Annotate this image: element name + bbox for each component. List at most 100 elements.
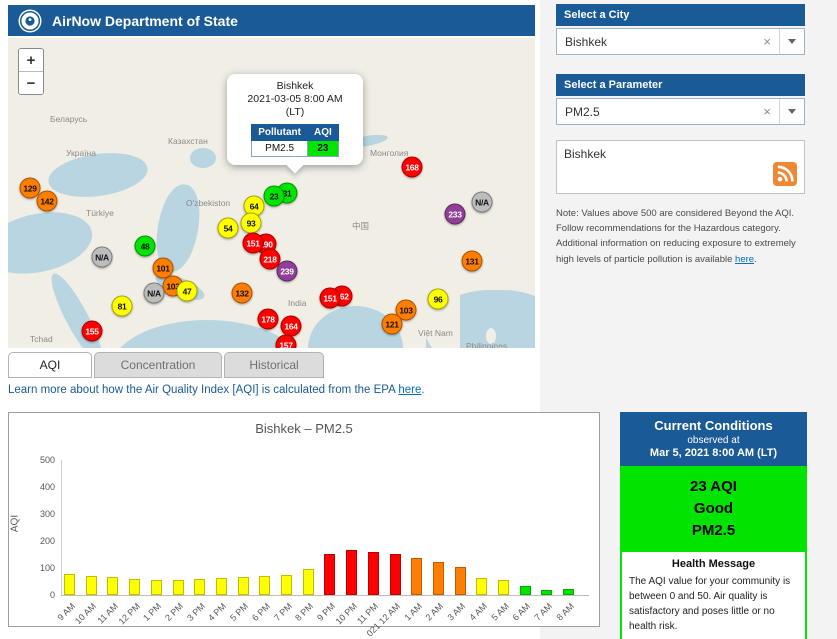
app-header: AirNow Department of State — [8, 5, 535, 36]
aqi-marker[interactable]: 47 — [177, 281, 198, 302]
zoom-out-button[interactable]: − — [19, 72, 43, 94]
aqi-marker[interactable]: 48 — [135, 236, 156, 257]
aqi-value-line: 23 AQI — [624, 476, 803, 498]
parameter-select[interactable]: PM2.5 × — [556, 98, 805, 125]
chart-bar[interactable] — [476, 578, 487, 595]
chart-bar[interactable] — [86, 576, 97, 595]
select-parameter-header: Select a Parameter — [556, 74, 805, 96]
aqi-marker[interactable]: N/A — [144, 283, 165, 304]
aqi-marker[interactable]: 23 — [264, 186, 285, 207]
city-chevron-down-icon[interactable] — [779, 29, 804, 54]
parameter-select-value: PM2.5 — [557, 105, 755, 119]
learn-more-text: Learn more about how the Air Quality Ind… — [8, 384, 425, 396]
aqi-marker[interactable]: 81 — [112, 296, 133, 317]
aqi-marker[interactable]: 151 — [320, 288, 341, 309]
chart-y-tick: 200 — [19, 536, 55, 546]
chart-y-tick: 500 — [19, 455, 55, 465]
chart-bar[interactable] — [390, 554, 401, 595]
black-sea — [46, 147, 151, 203]
aqi-marker[interactable]: 178 — [258, 309, 279, 330]
aqi-marker[interactable]: N/A — [92, 247, 113, 268]
map-zoom-control: + − — [18, 48, 44, 95]
aqi-marker[interactable]: 168 — [402, 157, 423, 178]
popup-timezone: (LT) — [231, 106, 359, 119]
chart-bar[interactable] — [520, 586, 531, 595]
observed-datetime: Mar 5, 2021 8:00 AM (LT) — [624, 447, 803, 459]
chart-bar[interactable] — [281, 575, 292, 595]
popup-aqi-value: 23 — [308, 141, 339, 157]
aqi-marker[interactable]: N/A — [472, 192, 493, 213]
popup-table: Pollutant AQI PM2.5 23 — [251, 124, 339, 157]
note-suffix: . — [754, 254, 757, 265]
chart-bar[interactable] — [498, 580, 509, 595]
beyond-aqi-note: Note: Values above 500 are considered Be… — [556, 206, 804, 267]
chart-y-tick: 400 — [19, 482, 55, 492]
chart-bar[interactable] — [303, 569, 314, 595]
chart-bar[interactable] — [216, 578, 227, 595]
map-popup: Bishkek 2021-03-05 8:00 AM (LT) Pollutan… — [227, 74, 363, 165]
tab-historical[interactable]: Historical — [224, 352, 324, 378]
health-message-text: The AQI value for your community is betw… — [629, 574, 798, 634]
aqi-marker[interactable]: 93 — [241, 213, 262, 234]
chart-bar[interactable] — [368, 552, 379, 595]
aqi-marker[interactable]: 155 — [82, 321, 103, 342]
popup-datetime: 2021-03-05 8:00 AM — [231, 93, 359, 106]
rss-feed-box: Bishkek — [556, 140, 805, 194]
tab-concentration[interactable]: Concentration — [94, 352, 222, 378]
map-country-label: Монголия — [370, 148, 408, 158]
chart-bar[interactable] — [541, 590, 552, 595]
popup-city: Bishkek — [231, 80, 359, 93]
aqi-marker[interactable]: 157 — [276, 335, 297, 349]
health-message-title: Health Message — [629, 558, 798, 570]
chart-bar[interactable] — [346, 550, 357, 595]
tab-aqi[interactable]: AQI — [8, 352, 92, 378]
chart-bar[interactable] — [238, 577, 249, 595]
aqi-map[interactable]: БеларусьУкраїнаTürkiyeКазахстанO'zbekist… — [8, 38, 535, 348]
aqi-marker[interactable]: 233 — [445, 204, 466, 225]
chart-bar[interactable] — [151, 580, 162, 595]
city-select[interactable]: Bishkek × — [556, 28, 805, 55]
chart-bar[interactable] — [433, 562, 444, 595]
city-clear-icon[interactable]: × — [755, 34, 779, 49]
note-text: Note: Values above 500 are considered Be… — [556, 208, 796, 265]
aqi-marker[interactable]: 142 — [37, 191, 58, 212]
aqi-marker[interactable]: 239 — [277, 261, 298, 282]
parameter-chevron-down-icon[interactable] — [779, 99, 804, 124]
aqi-marker[interactable]: 131 — [462, 251, 483, 272]
chart-bar[interactable] — [563, 589, 574, 595]
aral-sea — [190, 148, 216, 168]
airnow-page: AirNow Department of State БеларусьУкраї… — [0, 0, 837, 639]
chart-bar[interactable] — [107, 577, 118, 595]
zoom-in-button[interactable]: + — [19, 49, 43, 72]
map-country-label: Việt Nam — [418, 328, 453, 338]
chart-bar[interactable] — [455, 567, 466, 595]
parameter-clear-icon[interactable]: × — [755, 104, 779, 119]
chart-bar[interactable] — [411, 558, 422, 595]
chart-bar[interactable] — [129, 579, 140, 595]
epa-link[interactable]: here — [398, 384, 421, 396]
current-conditions-panel: Current Conditions observed at Mar 5, 20… — [620, 412, 807, 639]
chart-bar[interactable] — [173, 580, 184, 595]
chart-bar[interactable] — [324, 554, 335, 595]
aqi-marker[interactable]: 132 — [232, 283, 253, 304]
chart-bar[interactable] — [64, 574, 75, 595]
aqi-pollutant: PM2.5 — [624, 520, 803, 542]
aqi-marker[interactable]: 96 — [428, 289, 449, 310]
current-conditions-header: Current Conditions observed at Mar 5, 20… — [620, 412, 807, 466]
chart-y-tick: 300 — [19, 509, 55, 519]
note-here-link[interactable]: here — [735, 254, 754, 265]
chart-bar[interactable] — [194, 579, 205, 595]
rss-icon[interactable] — [773, 162, 797, 186]
observed-at-label: observed at — [624, 435, 803, 446]
rss-city-label: Bishkek — [564, 147, 606, 161]
aqi-marker[interactable]: 151 — [243, 233, 264, 254]
popup-pollutant-value: PM2.5 — [252, 141, 308, 157]
aqi-marker[interactable]: 54 — [218, 218, 239, 239]
city-select-value: Bishkek — [557, 35, 755, 49]
popup-pointer — [287, 157, 304, 174]
chart-y-tick: 0 — [19, 590, 55, 600]
aqi-marker[interactable]: 121 — [382, 314, 403, 335]
map-country-label: 中国 — [352, 220, 369, 232]
chart-bar[interactable] — [259, 576, 270, 595]
aqi-marker[interactable]: 164 — [281, 316, 302, 337]
